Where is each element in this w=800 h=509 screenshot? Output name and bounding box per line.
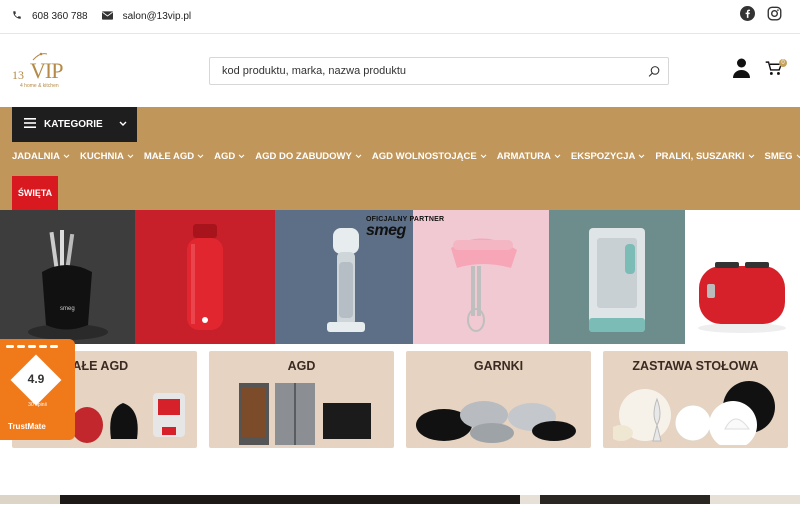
menu-bar: JADALNIA KUCHNIA MAŁE AGD AGD AGD DO ZAB…: [12, 151, 800, 162]
mail-icon: [102, 11, 113, 23]
top-bar: 608 360 788 salon@13vip.pl: [0, 0, 800, 34]
category-cards: MAŁE AGD AGD GARNKI ZASTAWA STOŁOWA: [0, 344, 800, 500]
chevron-down-icon: [238, 154, 245, 159]
chevron-down-icon: [796, 154, 800, 159]
hero-panel-knife-block: smeg: [0, 210, 135, 344]
chevron-down-icon: [355, 154, 362, 159]
menu-item-label: AGD WOLNOSTOJĄCE: [372, 151, 477, 162]
rating-score: 4.9: [18, 372, 54, 386]
search-icon[interactable]: [640, 65, 668, 78]
site-logo[interactable]: 13 VIP 4 home & kitchen: [12, 52, 72, 92]
logo-text: VIP: [30, 58, 62, 84]
menu-item-male-agd[interactable]: MAŁE AGD: [144, 151, 204, 162]
menu-item-label: SMEG: [765, 151, 793, 162]
instagram-icon[interactable]: [767, 6, 782, 24]
hamburger-icon: [24, 118, 36, 131]
review-count: 30 opinii: [0, 402, 75, 408]
svg-text:smeg: smeg: [60, 306, 75, 312]
menu-item-label: ARMATURA: [497, 151, 551, 162]
menu-item-label: KUCHNIA: [80, 151, 124, 162]
facebook-icon[interactable]: [740, 6, 755, 24]
chevron-down-icon: [480, 154, 487, 159]
menu-item-label: AGD DO ZABUDOWY: [255, 151, 352, 162]
next-section-preview: [0, 491, 800, 500]
menu-item-armatura[interactable]: ARMATURA: [497, 151, 561, 162]
category-card-garnki[interactable]: GARNKI: [406, 351, 591, 448]
categories-dropdown-button[interactable]: KATEGORIE: [12, 107, 137, 142]
coffee-machine-icon: [549, 210, 685, 344]
menu-item-swieta[interactable]: ŚWIĘTA: [12, 176, 58, 210]
search-input[interactable]: [210, 65, 640, 77]
user-account-icon[interactable]: [733, 58, 750, 83]
official-partner-label: OFICJALNY PARTNER smeg: [366, 216, 450, 240]
chevron-down-icon: [197, 154, 204, 159]
hero-panel-coffee-machine: [549, 210, 685, 344]
menu-item-jadalnia[interactable]: JADALNIA: [12, 151, 70, 162]
chevron-down-icon: [748, 154, 755, 159]
social-links: [740, 6, 782, 24]
logo-tagline: 4 home & kitchen: [20, 83, 59, 89]
knife-block-icon: smeg: [0, 210, 135, 344]
menu-item-label: AGD: [214, 151, 235, 162]
category-card-agd[interactable]: AGD: [209, 351, 394, 448]
menu-item-agd[interactable]: AGD: [214, 151, 245, 162]
phone-number[interactable]: 608 360 788: [32, 11, 88, 22]
search-bar: [209, 57, 669, 85]
small-appliances-icon: [67, 379, 192, 445]
menu-item-agd-wolnostojace[interactable]: AGD WOLNOSTOJĄCE: [372, 151, 487, 162]
hero-panel-toaster: [685, 210, 800, 344]
header: 13 VIP 4 home & kitchen 0: [0, 34, 800, 107]
rating-indicator: [6, 345, 58, 348]
category-card-title: GARNKI: [406, 359, 591, 373]
partner-brand: smeg: [366, 222, 450, 240]
chevron-down-icon: [638, 154, 645, 159]
trustmate-widget[interactable]: 4.9 30 opinii TrustMate: [0, 339, 75, 440]
menu-item-smeg[interactable]: SMEG: [765, 151, 800, 162]
toaster-icon: [685, 210, 800, 344]
logo-number: 13: [12, 68, 24, 83]
pots-icon: [414, 385, 584, 445]
category-card-zastawa-stolowa[interactable]: ZASTAWA STOŁOWA: [603, 351, 788, 448]
menu-item-pralki-suszarki[interactable]: PRALKI, SUSZARKI: [655, 151, 754, 162]
trustmate-brand: TrustMate: [8, 422, 46, 431]
categories-label: KATEGORIE: [44, 119, 103, 130]
menu-item-label: EKSPOZYCJA: [571, 151, 635, 162]
menu-item-ekspozycja[interactable]: EKSPOZYCJA: [571, 151, 645, 162]
bottle-icon: [135, 210, 275, 344]
tableware-icon: [613, 379, 783, 445]
menu-item-label: JADALNIA: [12, 151, 60, 162]
chevron-down-icon: [127, 154, 134, 159]
menu-item-agd-do-zabudowy[interactable]: AGD DO ZABUDOWY: [255, 151, 362, 162]
hero-panel-bottle: [135, 210, 275, 344]
category-card-title: AGD: [209, 359, 394, 373]
email-address[interactable]: salon@13vip.pl: [123, 11, 192, 22]
appliances-icon: [237, 379, 377, 445]
phone-icon: [12, 10, 22, 23]
chevron-down-icon: [63, 154, 70, 159]
main-navigation: KATEGORIE JADALNIA KUCHNIA MAŁE AGD AGD …: [0, 107, 800, 210]
menu-item-kuchnia[interactable]: KUCHNIA: [80, 151, 134, 162]
chevron-down-icon: [554, 154, 561, 159]
chevron-down-icon: [119, 119, 127, 130]
menu-item-label: MAŁE AGD: [144, 151, 194, 162]
contact-info: 608 360 788 salon@13vip.pl: [12, 10, 205, 23]
menu-item-label: PRALKI, SUSZARKI: [655, 151, 744, 162]
category-card-title: ZASTAWA STOŁOWA: [603, 359, 788, 373]
cart-count-badge: 0: [779, 59, 787, 67]
